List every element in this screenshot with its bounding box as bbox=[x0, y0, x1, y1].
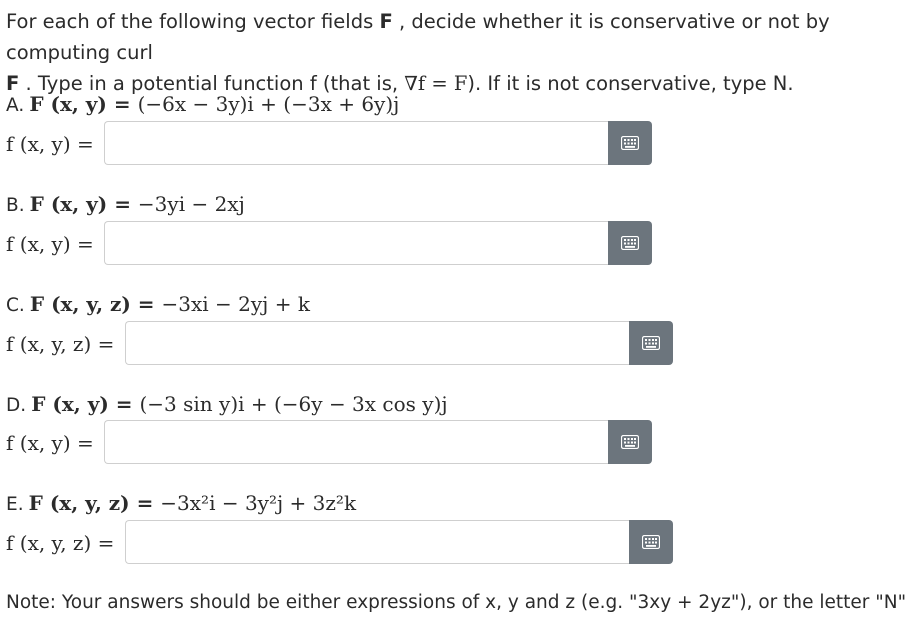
answer-label-a: f (x, y) = bbox=[6, 132, 94, 156]
keyboard-button-e[interactable] bbox=[629, 520, 673, 564]
answer-field-b[interactable] bbox=[104, 221, 608, 265]
keyboard-button-a[interactable] bbox=[608, 121, 652, 165]
question-letter: A. bbox=[6, 95, 25, 116]
answer-label-b: f (x, y) = bbox=[6, 232, 94, 256]
keyboard-icon bbox=[621, 136, 639, 150]
keyboard-button-b[interactable] bbox=[608, 221, 652, 265]
field-rhs: −3xi − 2yj + k bbox=[161, 292, 310, 316]
field-lhs: F (x, y) = bbox=[30, 192, 138, 216]
answer-label-e: f (x, y, z) = bbox=[6, 531, 115, 555]
field-lhs-text: F (x, y, z) = bbox=[28, 491, 161, 515]
keyboard-button-d[interactable] bbox=[608, 420, 652, 464]
answer-field-e[interactable] bbox=[125, 520, 629, 564]
question-d: D. F (x, y) = (−3 sin y)i + (−6y − 3x co… bbox=[6, 392, 448, 416]
intro-text-1: For each of the following vector fields bbox=[6, 10, 380, 33]
question-letter: B. bbox=[6, 195, 25, 216]
intro-text-4: ). If it is not conservative, type N. bbox=[467, 72, 794, 95]
field-lhs: F (x, y, z) = bbox=[29, 491, 161, 515]
field-rhs: (−3 sin y)i + (−6y − 3x cos y)j bbox=[139, 392, 448, 416]
answer-field-a[interactable] bbox=[104, 121, 608, 165]
intro-F-bold: F bbox=[379, 10, 393, 33]
question-a: A. F (x, y) = (−6x − 3y)i + (−3x + 6y)j bbox=[6, 92, 399, 116]
answer-field-d[interactable] bbox=[104, 420, 608, 464]
field-lhs: F (x, y) = bbox=[29, 92, 137, 116]
field-lhs-text: F (x, y) = bbox=[31, 392, 140, 416]
answer-input-a[interactable] bbox=[105, 122, 608, 164]
answer-label-c: f (x, y, z) = bbox=[6, 332, 115, 356]
answer-field-c[interactable] bbox=[125, 321, 629, 365]
answer-label-d: f (x, y) = bbox=[6, 431, 94, 455]
note-text: Note: Your answers should be either expr… bbox=[6, 592, 907, 613]
question-letter: E. bbox=[6, 494, 24, 515]
intro-grad-expr: ∇f = F bbox=[404, 72, 468, 95]
question-c: C. F (x, y, z) = −3xi − 2yj + k bbox=[6, 292, 310, 316]
field-rhs: (−6x − 3y)i + (−3x + 6y)j bbox=[137, 92, 400, 116]
field-lhs-text: F (x, y) = bbox=[29, 92, 138, 116]
keyboard-icon bbox=[642, 535, 660, 549]
field-lhs-text: F (x, y, z) = bbox=[29, 292, 162, 316]
keyboard-icon bbox=[621, 236, 639, 250]
answer-input-b[interactable] bbox=[105, 222, 608, 264]
question-letter: D. bbox=[6, 395, 27, 416]
field-rhs: −3x²i − 3y²j + 3z²k bbox=[160, 491, 357, 515]
answer-input-d[interactable] bbox=[105, 421, 608, 463]
question-letter: C. bbox=[6, 295, 25, 316]
keyboard-icon bbox=[642, 336, 660, 350]
field-rhs: −3yi − 2xj bbox=[137, 192, 245, 216]
keyboard-icon bbox=[621, 435, 639, 449]
answer-input-c[interactable] bbox=[126, 322, 629, 364]
field-lhs: F (x, y, z) = bbox=[30, 292, 162, 316]
answer-input-e[interactable] bbox=[126, 521, 629, 563]
question-b: B. F (x, y) = −3yi − 2xj bbox=[6, 192, 245, 216]
field-lhs: F (x, y) = bbox=[31, 392, 139, 416]
instructions: For each of the following vector fields … bbox=[6, 6, 906, 99]
keyboard-button-c[interactable] bbox=[629, 321, 673, 365]
question-e: E. F (x, y, z) = −3x²i − 3y²j + 3z²k bbox=[6, 491, 356, 515]
field-lhs-text: F (x, y) = bbox=[29, 192, 138, 216]
